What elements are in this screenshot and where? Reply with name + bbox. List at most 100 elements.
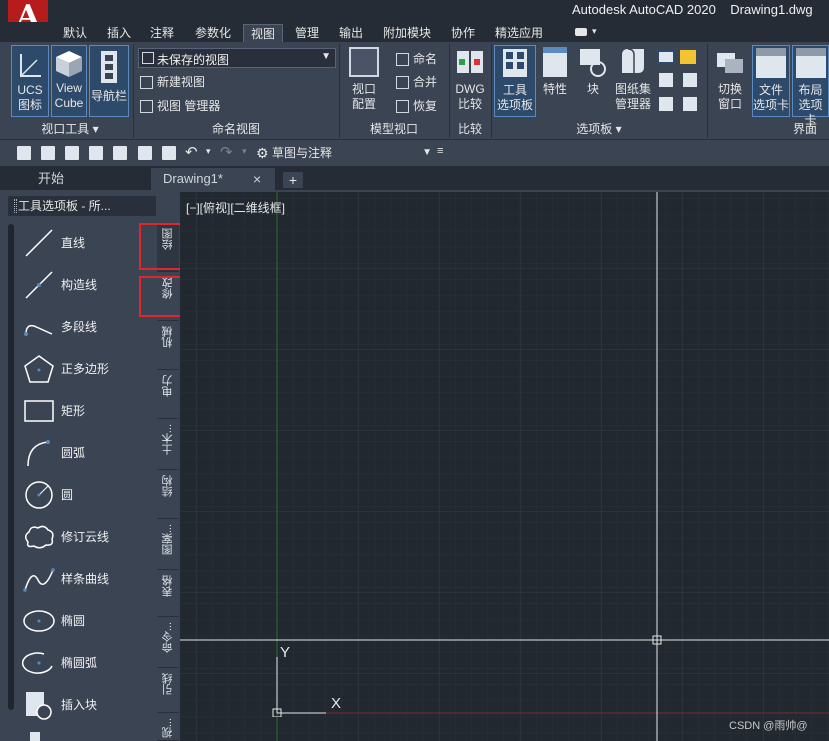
calculator-icon[interactable]: [683, 73, 697, 87]
palette-tab-civil[interactable]: 土木...: [157, 420, 179, 470]
palette-tab-tables[interactable]: 表格: [157, 571, 179, 617]
new-tab-button[interactable]: +: [283, 172, 303, 188]
tool-revcloud-label: 修订云线: [61, 530, 110, 544]
viewport-join-button[interactable]: 合并: [396, 73, 437, 91]
tab-drawing1[interactable]: Drawing1* ×: [151, 168, 275, 190]
palette-tab-mechanical[interactable]: 机械: [157, 322, 179, 370]
window-title: Autodesk AutoCAD 2020 Drawing1.dwg: [572, 2, 813, 17]
ribbon-display-toggle-icon[interactable]: [575, 28, 587, 36]
grip-icon[interactable]: [14, 199, 17, 213]
palette-tab-hatches[interactable]: 图案...: [157, 520, 179, 570]
sheet-set-label-1: 图纸集: [614, 82, 651, 96]
new-view-label: 新建视图: [157, 75, 206, 89]
tab-manage[interactable]: 管理: [290, 24, 324, 42]
dwg-compare-button[interactable]: DWG 比较: [452, 45, 488, 117]
viewport-config-button[interactable]: 视口 配置: [344, 45, 384, 117]
dropdown-arrow-icon: ▼: [321, 51, 331, 62]
palette-tab-electrical-label: 电力: [162, 375, 174, 397]
file-tabs-button[interactable]: 文件 选项卡: [752, 45, 790, 117]
panel-divider: [133, 44, 134, 138]
palette-tab-view[interactable]: 视...: [157, 714, 179, 741]
file-tabs-label-1: 文件: [758, 83, 783, 97]
print-icon[interactable]: [162, 146, 176, 160]
properties-button[interactable]: 特性: [538, 45, 572, 103]
panel-divider: [707, 44, 708, 138]
construction-line-icon: [25, 271, 53, 299]
restore-viewport-icon: [396, 100, 409, 114]
command-line-icon[interactable]: [657, 50, 675, 64]
switch-windows-button[interactable]: 切换 窗口: [710, 45, 750, 117]
palette-tab-leaders[interactable]: 引线: [157, 669, 179, 713]
new-view-button[interactable]: 新建视图: [140, 73, 205, 91]
tab-default[interactable]: 默认: [58, 24, 92, 42]
redo-icon[interactable]: ↷: [220, 143, 233, 161]
chevron-down-icon: ▾: [92, 122, 99, 136]
file-tabs-label-2: 选项卡: [753, 98, 790, 112]
chevron-down-icon[interactable]: ▾: [592, 26, 597, 37]
save-as-icon[interactable]: [89, 146, 103, 160]
tab-addins[interactable]: 附加模块: [378, 24, 436, 42]
navbar-button[interactable]: 导航栏: [89, 45, 129, 117]
polyline-icon: [24, 324, 53, 336]
viewcube-button[interactable]: View Cube: [51, 45, 87, 117]
line-tool-icon: [25, 229, 53, 257]
tool-palettes-button[interactable]: 工具 选项板: [494, 45, 536, 117]
customize-qat-icon[interactable]: ≡: [437, 145, 443, 157]
tab-output[interactable]: 输出: [334, 24, 368, 42]
tab-insert[interactable]: 插入: [102, 24, 136, 42]
tab-annotate[interactable]: 注释: [145, 24, 179, 42]
tab-featured-apps[interactable]: 精选应用: [490, 24, 548, 42]
workspace-select[interactable]: ⚙ 草图与注释 ▼: [254, 143, 434, 163]
viewport-tools-label: 视口工具: [41, 122, 90, 136]
tab-start[interactable]: 开始: [38, 168, 98, 190]
redo-dropdown-icon[interactable]: ▾: [242, 146, 247, 157]
viewcube-icon: [56, 51, 82, 77]
properties-label: 特性: [542, 82, 567, 96]
view-manager-button[interactable]: 视图 管理器: [140, 97, 220, 115]
tab-parametric[interactable]: 参数化: [190, 24, 236, 42]
viewport-tools-panel-title[interactable]: 视口工具 ▾: [10, 120, 130, 138]
properties-icon: [543, 47, 567, 77]
panel-divider: [491, 44, 492, 138]
undo-dropdown-icon[interactable]: ▾: [206, 146, 211, 157]
palette-tab-electrical[interactable]: 电力: [157, 371, 179, 419]
sheet-set-manager-button[interactable]: 图纸集 管理器: [613, 45, 653, 117]
external-ref-icon[interactable]: [659, 97, 673, 111]
close-icon[interactable]: ×: [253, 168, 261, 190]
open-file-icon[interactable]: [41, 146, 55, 160]
viewport-controls[interactable]: [−][俯视][二维线框]: [186, 199, 285, 216]
undo-icon[interactable]: ↶: [185, 143, 198, 161]
design-center-icon[interactable]: [659, 73, 673, 87]
viewport-config-label-1: 视口: [351, 82, 376, 96]
export-icon[interactable]: [138, 146, 152, 160]
drawing-canvas[interactable]: Y X: [180, 192, 829, 741]
block-button[interactable]: 块: [576, 45, 610, 103]
viewport-restore-button[interactable]: 恢复: [396, 97, 437, 115]
clipboard-icon[interactable]: [683, 97, 697, 111]
named-view-select[interactable]: 未保存的视图 ▼: [138, 48, 336, 68]
palettes-panel-title[interactable]: 选项板 ▾: [494, 120, 704, 138]
named-views-panel-title: 命名视图: [211, 122, 260, 136]
plot-publish-icon[interactable]: [113, 146, 127, 160]
tab-view[interactable]: 视图: [243, 24, 283, 42]
viewport-config-icon: [349, 47, 379, 77]
model-viewports-panel-title: 模型视口: [369, 122, 418, 136]
chevron-down-icon: ▾: [615, 122, 622, 136]
markup-icon[interactable]: [680, 50, 696, 64]
tool-insert-block-label: 插入块: [61, 698, 98, 712]
palette-scrollbar[interactable]: [8, 224, 14, 710]
viewport-name-button[interactable]: 命名: [396, 50, 437, 68]
new-file-icon[interactable]: [17, 146, 31, 160]
tab-collaborate[interactable]: 协作: [446, 24, 480, 42]
tool-polygon-label: 正多边形: [61, 362, 110, 376]
navbar-label: 导航栏: [90, 89, 127, 103]
dropdown-arrow-icon: ▼: [422, 147, 432, 158]
layout-tabs-button[interactable]: 布局 选项卡: [792, 45, 829, 127]
save-icon[interactable]: [65, 146, 79, 160]
palette-tab-command[interactable]: 命令...: [157, 618, 179, 668]
ucs-icon-button[interactable]: UCS 图标: [11, 45, 49, 117]
palette-tab-structural[interactable]: 结构: [157, 471, 179, 519]
tool-arc-label: 圆弧: [61, 446, 86, 460]
layout-tabs-label-1: 布局: [798, 83, 823, 97]
tool-palette-title[interactable]: 工具选项板 - 所...: [8, 196, 156, 216]
